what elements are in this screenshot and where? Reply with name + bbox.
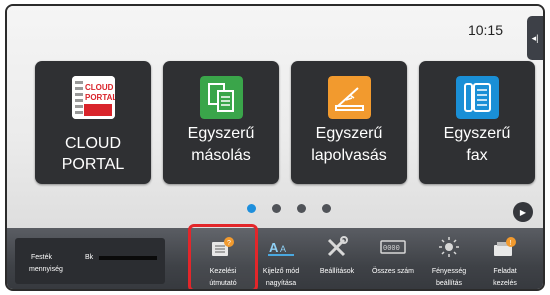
cloud-portal-icon: CLOUD PORTAL — [72, 76, 115, 119]
tile-easy-copy[interactable]: Egyszerű másolás — [163, 61, 279, 184]
toner-gauge-fill — [99, 256, 157, 260]
display-zoom-button[interactable]: A A Kijelző mód nagyítása — [257, 230, 305, 289]
button-label-line1: Kezelési — [209, 268, 237, 275]
settings-icon — [327, 236, 348, 257]
svg-text:A: A — [269, 240, 279, 255]
page-dot[interactable] — [272, 204, 281, 213]
display-zoom-icon: A A — [268, 240, 294, 256]
copy-icon — [200, 76, 243, 119]
page-dot[interactable] — [297, 204, 306, 213]
page-indicator — [247, 204, 331, 213]
tile-label-line1: Egyszerű — [443, 125, 511, 142]
button-label-line2: nagyítása — [265, 280, 297, 287]
toner-label-line1: Festék — [31, 254, 53, 261]
shortcut-tiles: CLOUD PORTAL CLOUD PORTAL Egyszerű másol — [35, 61, 535, 186]
side-panel-tab[interactable]: ◂| — [527, 16, 543, 60]
brightness-icon — [439, 237, 459, 257]
play-arrow-icon: ▶ — [519, 207, 527, 217]
tile-label: CLOUD PORTAL — [61, 135, 125, 173]
cloud-logo-text-1: CLOUD — [85, 83, 114, 92]
counter-icon: 0000 — [380, 240, 406, 254]
next-page-button[interactable]: ▶ — [513, 202, 533, 222]
tile-label-line1: Egyszerű — [315, 125, 383, 142]
button-label-line2: beállítás — [435, 280, 463, 287]
scan-icon — [328, 76, 371, 119]
button-label-line1: Beállítások — [319, 268, 355, 275]
tile-cloud-portal[interactable]: CLOUD PORTAL CLOUD PORTAL — [35, 61, 151, 184]
svg-text:A: A — [280, 244, 286, 254]
side-arrow-icon: ◂| — [531, 32, 539, 43]
home-screen: 10:15 ◂| CLOUD PORTAL CLOUD PORTAL Egysz… — [7, 6, 543, 228]
button-label-line1: Feladat — [493, 268, 517, 275]
manual-icon: ? — [212, 237, 234, 256]
button-label-line1: Fényesség — [431, 268, 467, 275]
button-label-line1: Összes szám — [371, 268, 414, 275]
tile-label-line1: Egyszerű — [187, 125, 255, 142]
tile-easy-scan[interactable]: Egyszerű lapolvasás — [291, 61, 407, 184]
job-status-button[interactable]: ! Feladat kezelés — [481, 230, 529, 289]
svg-text:0000: 0000 — [383, 245, 400, 253]
tile-easy-fax[interactable]: Egyszerű fax — [419, 61, 535, 184]
bottom-action-bar: Festék mennyiség Bk ? Kezelési útmutató — [7, 224, 543, 289]
button-label-line2: kezelés — [493, 280, 517, 287]
svg-text:?: ? — [227, 240, 231, 247]
total-count-button[interactable]: 0000 Összes szám — [369, 230, 417, 289]
toner-label-line2: mennyiség — [29, 266, 63, 273]
settings-button[interactable]: Beállítások — [313, 230, 361, 289]
page-dot[interactable] — [322, 204, 331, 213]
manual-button[interactable]: ? Kezelési útmutató — [199, 230, 247, 289]
tile-label-line2: fax — [466, 147, 488, 164]
toner-gauge — [99, 256, 157, 260]
svg-text:!: ! — [510, 240, 512, 247]
tile-label-line2: másolás — [191, 147, 251, 164]
device-frame: 10:15 ◂| CLOUD PORTAL CLOUD PORTAL Egysz… — [5, 4, 545, 291]
page-dot-active[interactable] — [247, 204, 256, 213]
clock: 10:15 — [467, 22, 503, 38]
toner-level-panel[interactable]: Festék mennyiség Bk — [15, 238, 165, 284]
fax-icon — [456, 76, 499, 119]
toner-color-label: Bk — [85, 254, 94, 261]
tile-label-line2: lapolvasás — [311, 147, 387, 164]
cloud-logo-text-2: PORTAL — [85, 93, 115, 102]
job-status-icon: ! — [494, 237, 516, 256]
brightness-button[interactable]: Fényesség beállítás — [425, 230, 473, 289]
button-label-line2: útmutató — [209, 280, 237, 287]
button-label-line1: Kijelző mód — [262, 268, 300, 275]
